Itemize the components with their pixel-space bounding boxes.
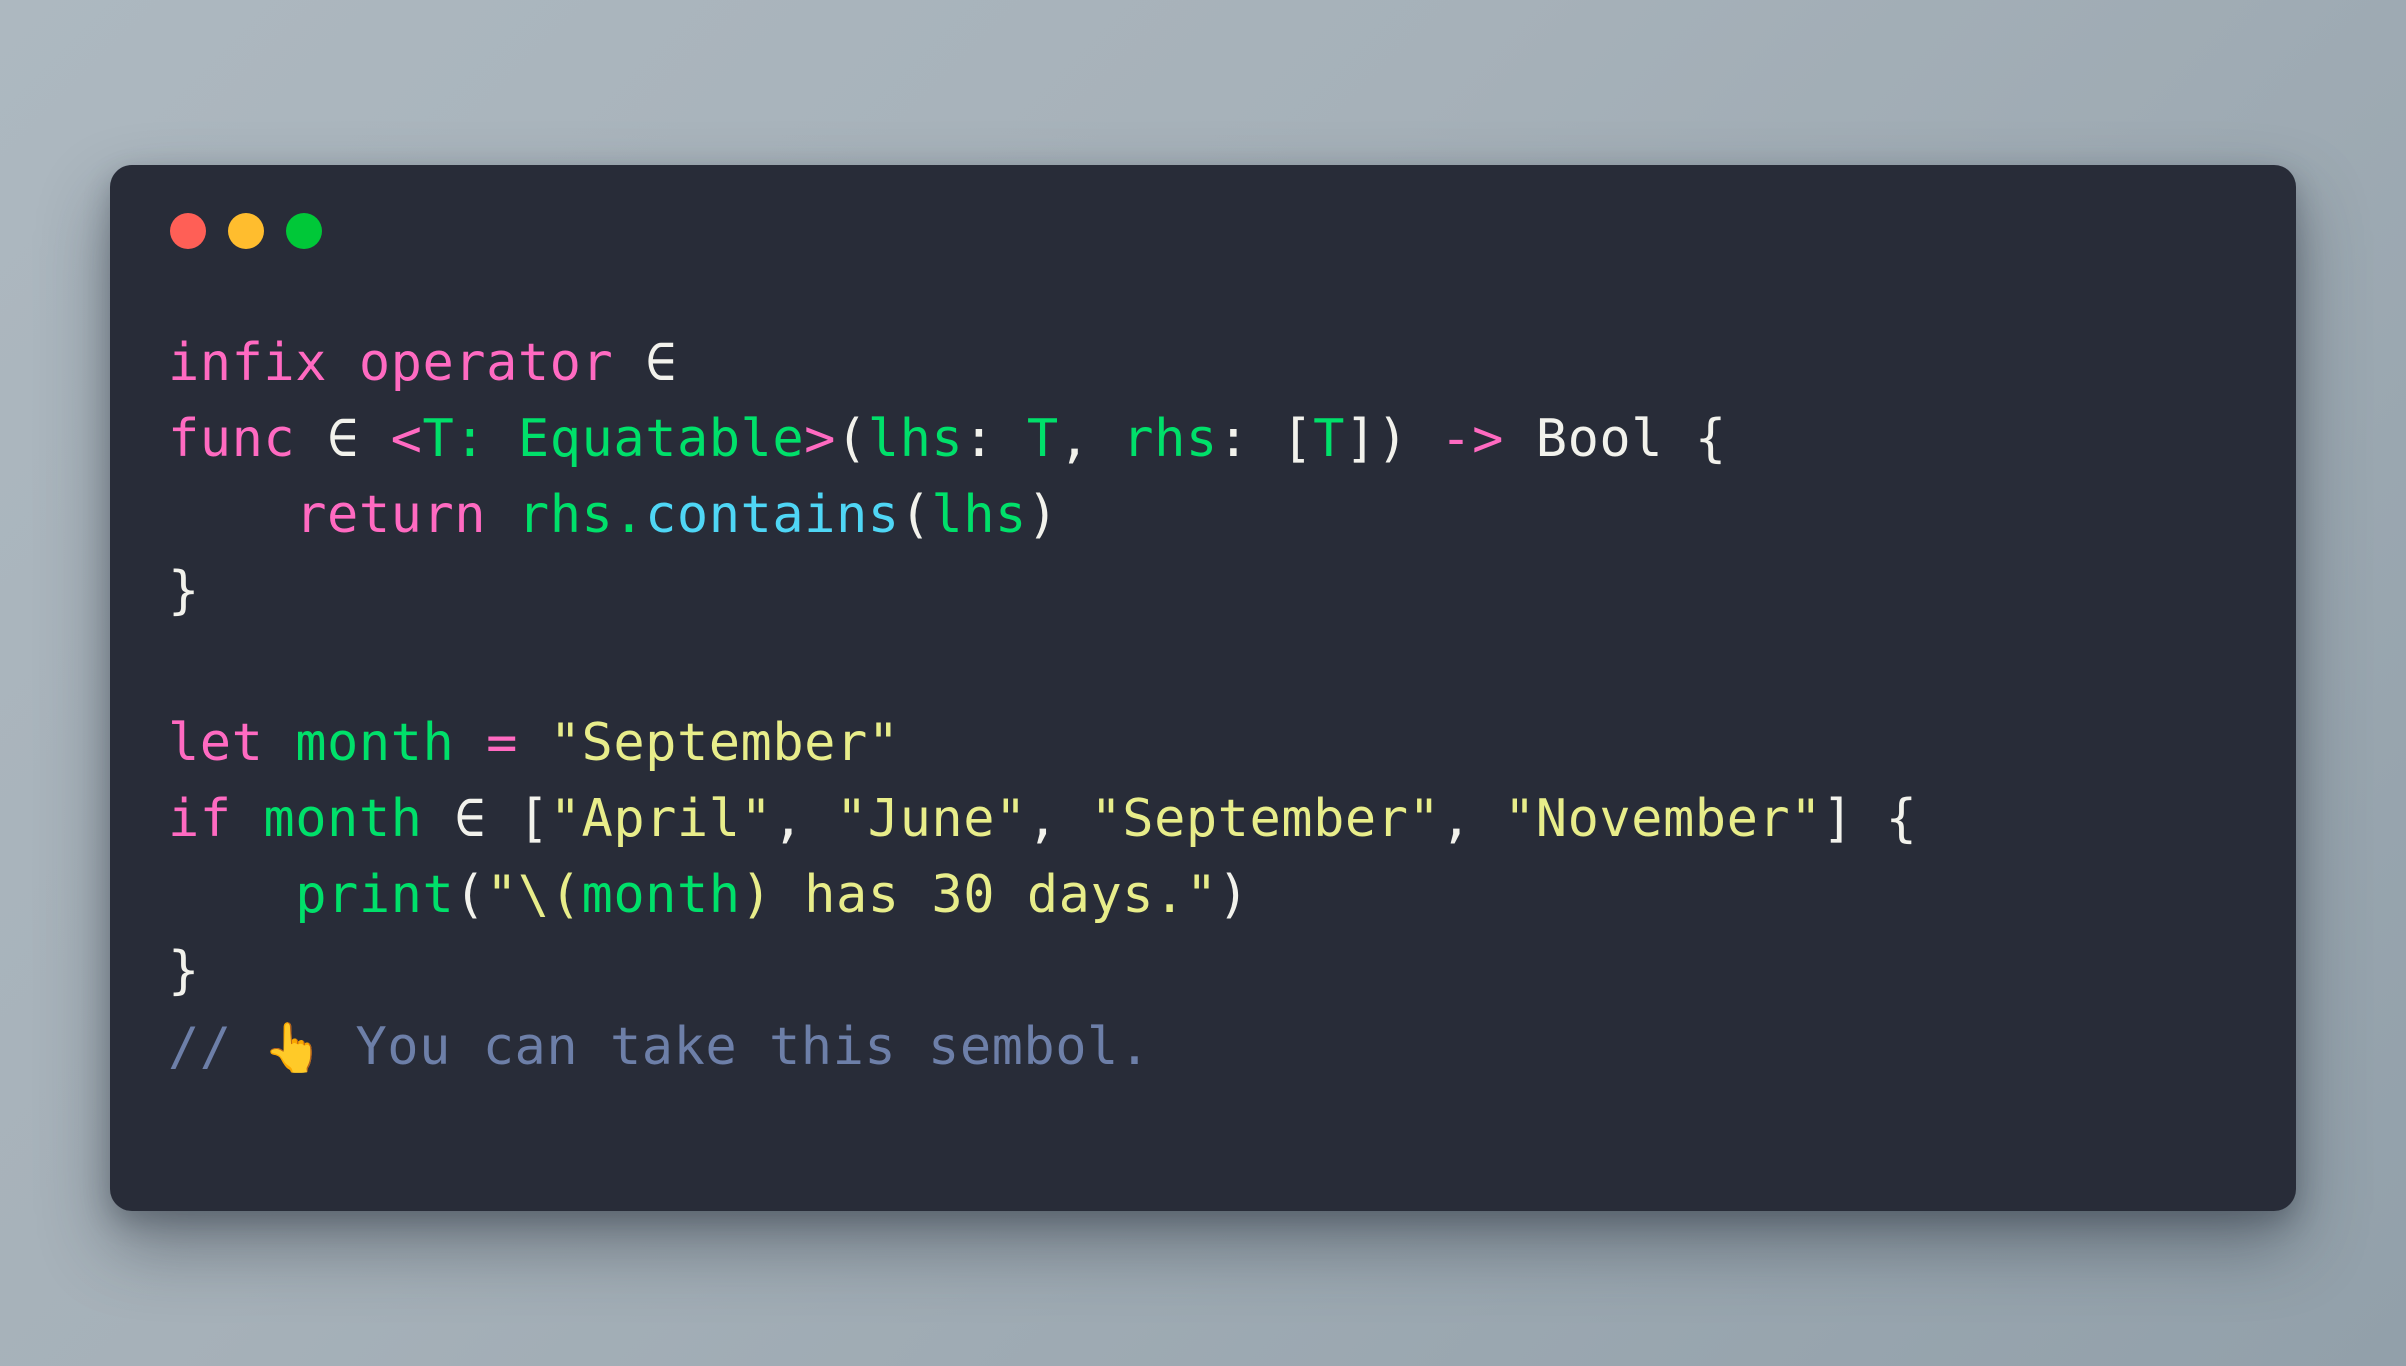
code-token: T <box>1313 409 1345 469</box>
maximize-button[interactable] <box>286 213 322 249</box>
code-token: ) <box>1217 865 1250 925</box>
code-token: ∈ <box>327 409 391 469</box>
code-token: = <box>486 713 518 773</box>
code-token: "November" <box>1503 789 1823 849</box>
code-token: < <box>390 409 423 469</box>
minimize-button[interactable] <box>228 213 264 249</box>
code-token: ) <box>1026 485 1059 545</box>
code-line: print("\(month) has 30 days.") <box>168 857 2256 933</box>
code-token: ] { <box>1822 789 1918 849</box>
close-button[interactable] <box>170 213 206 249</box>
code-token: "\( <box>486 865 582 925</box>
code-token: month <box>295 713 455 773</box>
code-token: "June" <box>835 789 1027 849</box>
code-token: You can take this sembol. <box>323 1017 1151 1077</box>
code-token: ∈ <box>645 333 677 393</box>
code-token: T: Equatable <box>422 409 805 469</box>
code-token: // <box>168 1017 264 1077</box>
code-token: ) <box>740 865 773 925</box>
code-token: infix operator <box>168 333 646 393</box>
code-token: lhs <box>867 409 964 469</box>
code-token: ( <box>899 485 932 545</box>
code-token: T <box>1026 409 1059 469</box>
code-token: , <box>772 789 836 849</box>
code-token: } <box>168 561 200 621</box>
code-token: return <box>295 485 518 545</box>
code-line: return rhs.contains(lhs) <box>168 477 2256 553</box>
code-token: ]) <box>1344 409 1441 469</box>
code-token: } <box>168 941 200 1001</box>
code-token: , <box>1440 789 1504 849</box>
code-token: "September" <box>549 713 900 773</box>
code-line: infix operator ∈ <box>168 325 2256 401</box>
code-token: contains <box>645 485 900 545</box>
code-line: if month ∈ ["April", "June", "September"… <box>168 781 2256 857</box>
code-line: } <box>168 553 2256 629</box>
code-token: month <box>581 865 741 925</box>
code-token: has 30 days." <box>772 865 1218 925</box>
code-token: rhs <box>1122 409 1218 469</box>
code-area[interactable]: infix operator ∈ func ∈ <T: Equatable>(lh… <box>168 325 2256 1181</box>
code-token: rhs. <box>517 485 646 545</box>
code-line: } <box>168 933 2256 1009</box>
code-token: Bool { <box>1503 409 1727 469</box>
code-token: ( <box>454 865 487 925</box>
code-line: // 👆 You can take this sembol. <box>168 1009 2256 1086</box>
code-token: "April" <box>549 789 773 849</box>
code-token: ( <box>835 409 868 469</box>
code-token: -> <box>1440 409 1504 469</box>
code-token: func <box>168 409 328 469</box>
code-block: infix operator ∈ func ∈ <T: Equatable>(lh… <box>168 325 2256 1086</box>
code-token: , <box>1026 789 1091 849</box>
code-line: func ∈ <T: Equatable>(lhs: T, rhs: [T]) … <box>168 401 2256 477</box>
code-token: : <box>963 409 1027 469</box>
code-token: lhs <box>931 485 1027 545</box>
code-window: infix operator ∈ func ∈ <T: Equatable>(lh… <box>110 165 2296 1211</box>
code-token: month <box>263 789 423 849</box>
code-token: 👆 <box>263 1020 324 1076</box>
code-line: let month = "September" <box>168 705 2256 781</box>
code-token: print <box>295 865 455 925</box>
code-token: if <box>168 789 264 849</box>
code-token: "September" <box>1090 789 1441 849</box>
code-token: ∈ [ <box>422 789 550 849</box>
code-token: : [ <box>1217 409 1314 469</box>
code-token: > <box>804 409 836 469</box>
window-titlebar <box>170 213 322 249</box>
code-token: , <box>1058 409 1123 469</box>
screenshot-stage: infix operator ∈ func ∈ <T: Equatable>(lh… <box>0 0 2406 1366</box>
code-token: let <box>168 713 296 773</box>
